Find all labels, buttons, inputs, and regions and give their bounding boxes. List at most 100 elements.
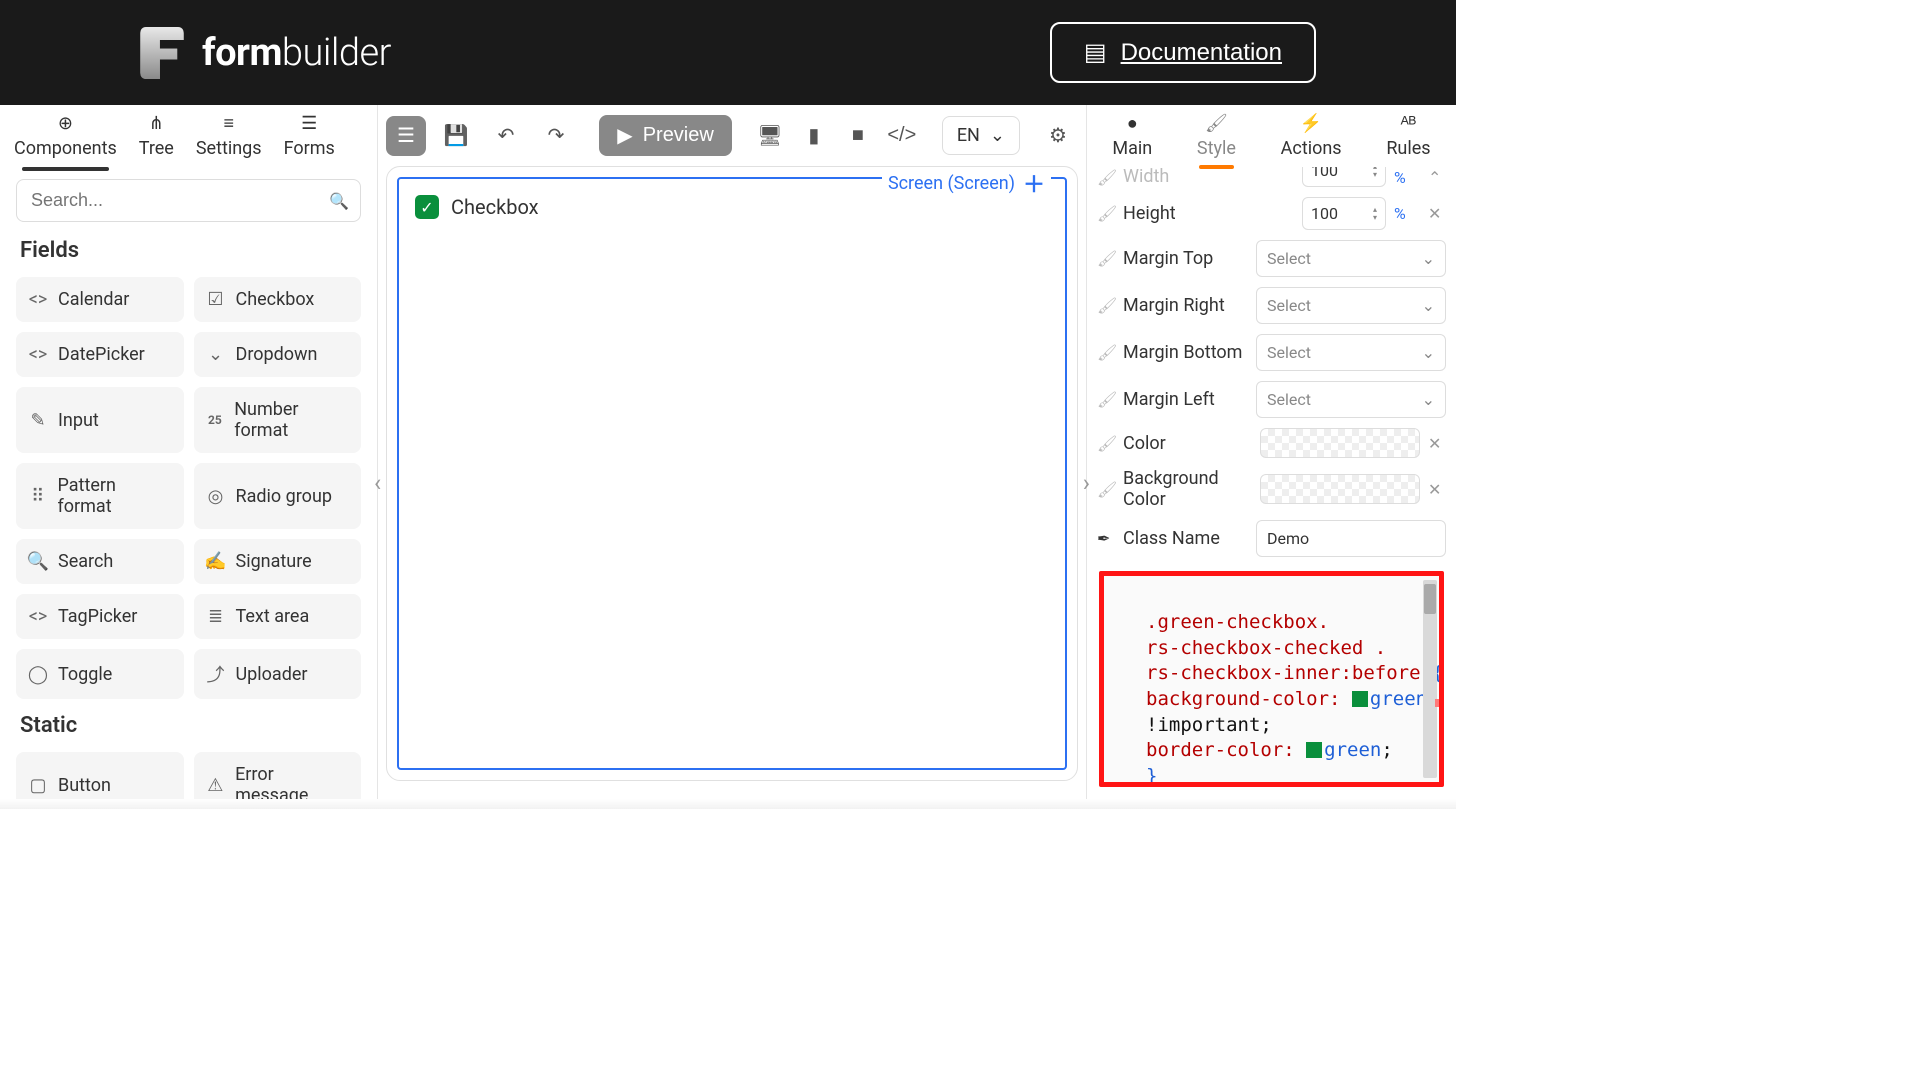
field-search[interactable]: 🔍Search [16, 539, 184, 584]
mobile-icon: ▮ [808, 123, 819, 148]
section-static: Static [0, 707, 377, 744]
prop-margin-right: 🖌 Margin Right Select⌄ [1097, 287, 1446, 324]
field-radio-group[interactable]: ◎Radio group [194, 463, 362, 529]
preview-button[interactable]: ▶Preview [599, 115, 732, 156]
tab-tree[interactable]: ⋔Tree [139, 113, 174, 169]
tab-main[interactable]: ●Main [1112, 113, 1152, 167]
brand: formbuilder [140, 27, 391, 79]
chevron-down-icon: ⌄ [206, 344, 226, 365]
search-icon: 🔍 [28, 551, 48, 572]
logo-icon [140, 27, 184, 79]
classname-input[interactable]: Demo [1256, 520, 1446, 557]
section-fields: Fields [0, 232, 377, 269]
device-tablet[interactable]: ■ [838, 116, 878, 156]
tab-forms[interactable]: ☰Forms [284, 113, 335, 169]
field-dropdown[interactable]: ⌄Dropdown [194, 332, 362, 377]
field-toggle[interactable]: ◯Toggle [16, 649, 184, 699]
search-box: 🔍 [16, 179, 361, 222]
code-view[interactable]: </> [882, 116, 922, 156]
field-textarea[interactable]: ≣Text area [194, 594, 362, 639]
collapse-left[interactable]: ‹ [374, 469, 381, 497]
checkbox-checked-icon: ✓ [415, 195, 439, 219]
field-checkbox[interactable]: ☑Checkbox [194, 277, 362, 322]
margin-right-select[interactable]: Select⌄ [1256, 287, 1446, 324]
add-screen-icon[interactable]: ＋ [1023, 167, 1045, 199]
color-swatch[interactable] [1260, 428, 1420, 458]
signature-icon: ✍ [206, 551, 226, 572]
height-unit[interactable]: % [1394, 204, 1420, 223]
device-desktop[interactable]: 🖥 [750, 116, 790, 156]
gear-icon: ⚙ [1049, 123, 1067, 148]
upload-icon: ⤴ [206, 661, 226, 687]
chevron-down-icon: ⌄ [1422, 343, 1435, 362]
tab-rules[interactable]: ᴬᴮRules [1386, 113, 1430, 167]
bgcolor-swatch[interactable] [1260, 474, 1420, 504]
search-input[interactable] [16, 179, 361, 222]
chevron-down-icon: ⌄ [1422, 390, 1435, 409]
canvas: Screen (Screen) ＋ ✓ Checkbox [386, 166, 1078, 781]
language-select[interactable]: EN⌄ [942, 116, 1020, 155]
prop-margin-bottom: 🖌 Margin Bottom Select⌄ [1097, 334, 1446, 371]
device-mobile[interactable]: ▮ [794, 116, 834, 156]
margin-top-select[interactable]: Select⌄ [1256, 240, 1446, 277]
prop-height: 🖌 Height 100▴▾ % ✕ [1097, 197, 1446, 230]
field-number-format[interactable]: 25Number format [194, 387, 362, 453]
prop-classname: ✒ Class Name Demo [1097, 520, 1446, 557]
custom-css-editor[interactable]: .green-checkbox. rs-checkbox-checked . r… [1099, 571, 1444, 787]
brush-icon: 🖌 [1097, 434, 1115, 453]
settings-gear[interactable]: ⚙ [1038, 116, 1078, 156]
color-swatch-icon [1352, 691, 1368, 707]
tree-icon: ⋔ [149, 113, 164, 134]
documentation-button[interactable]: ▤ Documentation [1050, 22, 1316, 83]
save-icon: 💾 [444, 123, 469, 148]
undo-button[interactable]: ↶ [486, 116, 526, 156]
code-icon: <> [28, 606, 48, 627]
clear-icon[interactable]: ✕ [1428, 434, 1446, 453]
field-calendar[interactable]: <>Calendar [16, 277, 184, 322]
menu-icon: ☰ [397, 123, 415, 148]
field-input[interactable]: ✎Input [16, 387, 184, 453]
code-icon: <> [28, 289, 48, 310]
code-icon: </> [887, 124, 916, 147]
color-swatch-icon [1306, 742, 1322, 758]
documentation-icon: ▤ [1084, 38, 1107, 67]
toolbar: ☰ 💾 ↶ ↷ ▶Preview 🖥 ▮ ■ </> EN⌄ ⚙ [378, 105, 1086, 166]
right-tabs: ●Main 🖌Style ⚡Actions ᴬᴮRules [1087, 105, 1456, 167]
save-button[interactable]: 💾 [436, 116, 476, 156]
scrollbar[interactable] [1423, 580, 1437, 778]
field-uploader[interactable]: ⤴Uploader [194, 649, 362, 699]
field-signature[interactable]: ✍Signature [194, 539, 362, 584]
width-unit[interactable]: % [1394, 168, 1420, 187]
tab-components[interactable]: ⊕Components [14, 113, 117, 169]
margin-bottom-select[interactable]: Select⌄ [1256, 334, 1446, 371]
tab-style[interactable]: 🖌Style [1197, 113, 1236, 167]
code-icon: <> [28, 344, 48, 365]
screen-frame[interactable]: Screen (Screen) ＋ ✓ Checkbox [397, 177, 1067, 770]
number-icon: 25 [206, 413, 225, 427]
clear-icon[interactable]: ⌃ [1428, 168, 1446, 187]
field-pattern-format[interactable]: ⠿Pattern format [16, 463, 184, 529]
field-datepicker[interactable]: <>DatePicker [16, 332, 184, 377]
play-icon: ▶ [617, 123, 632, 148]
brand-text: formbuilder [202, 31, 391, 75]
height-input[interactable]: 100▴▾ [1302, 197, 1386, 230]
brush-icon: 🖌 [1097, 204, 1115, 223]
static-error[interactable]: ⚠Error message [194, 752, 362, 799]
edit-icon: ✎ [28, 410, 48, 431]
clear-icon[interactable]: ✕ [1428, 204, 1446, 223]
collapse-right[interactable]: › [1083, 469, 1090, 497]
field-tagpicker[interactable]: <>TagPicker [16, 594, 184, 639]
pen-icon: ✒ [1097, 529, 1115, 548]
clear-icon[interactable]: ✕ [1428, 480, 1446, 499]
width-input[interactable]: 100▴▾ [1302, 167, 1386, 187]
warning-icon: ⚠ [206, 775, 226, 796]
menu-button[interactable]: ☰ [386, 116, 426, 156]
redo-button[interactable]: ↷ [536, 116, 576, 156]
brush-icon: 🖌 [1097, 249, 1115, 268]
margin-left-select[interactable]: Select⌄ [1256, 381, 1446, 418]
topbar: formbuilder ▤ Documentation [0, 0, 1456, 105]
tab-settings[interactable]: ≡Settings [196, 113, 262, 169]
checkbox-icon: ☑ [206, 289, 226, 310]
tab-actions[interactable]: ⚡Actions [1281, 113, 1342, 167]
static-button[interactable]: ▢Button [16, 752, 184, 799]
